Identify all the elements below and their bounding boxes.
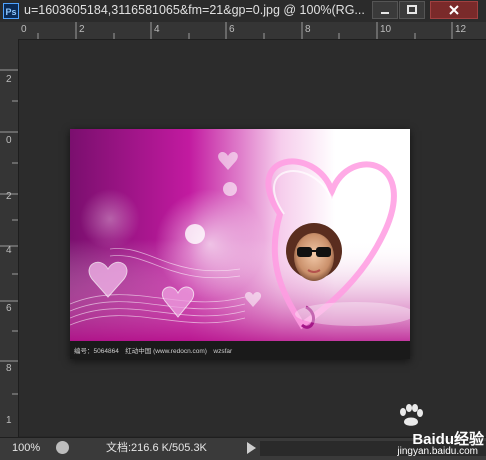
ruler-v-label: 2 [6, 191, 12, 202]
ruler-v-label: 8 [6, 363, 12, 374]
ruler-v-label: 4 [6, 245, 12, 256]
play-icon[interactable] [247, 442, 256, 454]
ruler-v-label: 6 [6, 303, 12, 314]
close-button[interactable] [430, 1, 478, 19]
ruler-h-label: 2 [79, 24, 85, 35]
ruler-v-label: 1 [6, 415, 12, 426]
document-canvas[interactable]: 编号：5064864 红动中国 (www.redocn.com) wzsfar [19, 40, 486, 436]
ruler-origin[interactable] [0, 22, 18, 39]
status-icon[interactable] [56, 441, 69, 454]
maximize-button[interactable] [399, 1, 425, 19]
horizontal-ruler[interactable]: 0 2 4 6 8 10 12 [18, 22, 486, 40]
close-icon [449, 5, 459, 15]
vertical-ruler-ticks [0, 69, 18, 395]
document-size-info[interactable]: 文档:216.6 K/505.3K [76, 441, 246, 456]
photoshop-icon: Ps [3, 3, 19, 19]
watermark-url: jingyan.baidu.com [397, 446, 478, 457]
ruler-h-label: 8 [305, 24, 311, 35]
image-artwork[interactable]: 编号：5064864 红动中国 (www.redocn.com) wzsfar [70, 129, 410, 359]
minimize-icon [381, 12, 389, 14]
minimize-button[interactable] [372, 1, 398, 19]
image-caption: 编号：5064864 红动中国 (www.redocn.com) wzsfar [74, 346, 233, 355]
vertical-ruler[interactable]: 2 0 2 4 6 8 1 [0, 39, 19, 437]
zoom-level[interactable]: 100% [0, 441, 48, 456]
ruler-h-label: 6 [229, 24, 235, 35]
ruler-v-label: 0 [6, 135, 12, 146]
ruler-h-label: 0 [21, 24, 27, 35]
horizontal-ruler-ticks [37, 22, 453, 39]
ruler-h-label: 10 [380, 24, 392, 35]
baidu-paw-icon [400, 404, 423, 426]
baidu-jingyan-watermark: Baidu经验 jingyan.baidu.com [340, 402, 484, 458]
ruler-h-label: 12 [455, 24, 467, 35]
maximize-icon [407, 5, 417, 14]
window-titlebar: Ps u=1603605184,3116581065&fm=21&gp=0.jp… [0, 0, 486, 23]
ruler-h-label: 4 [154, 24, 160, 35]
ruler-v-label: 2 [6, 74, 12, 85]
document-title: u=1603605184,3116581065&fm=21&gp=0.jpg @… [24, 3, 364, 17]
